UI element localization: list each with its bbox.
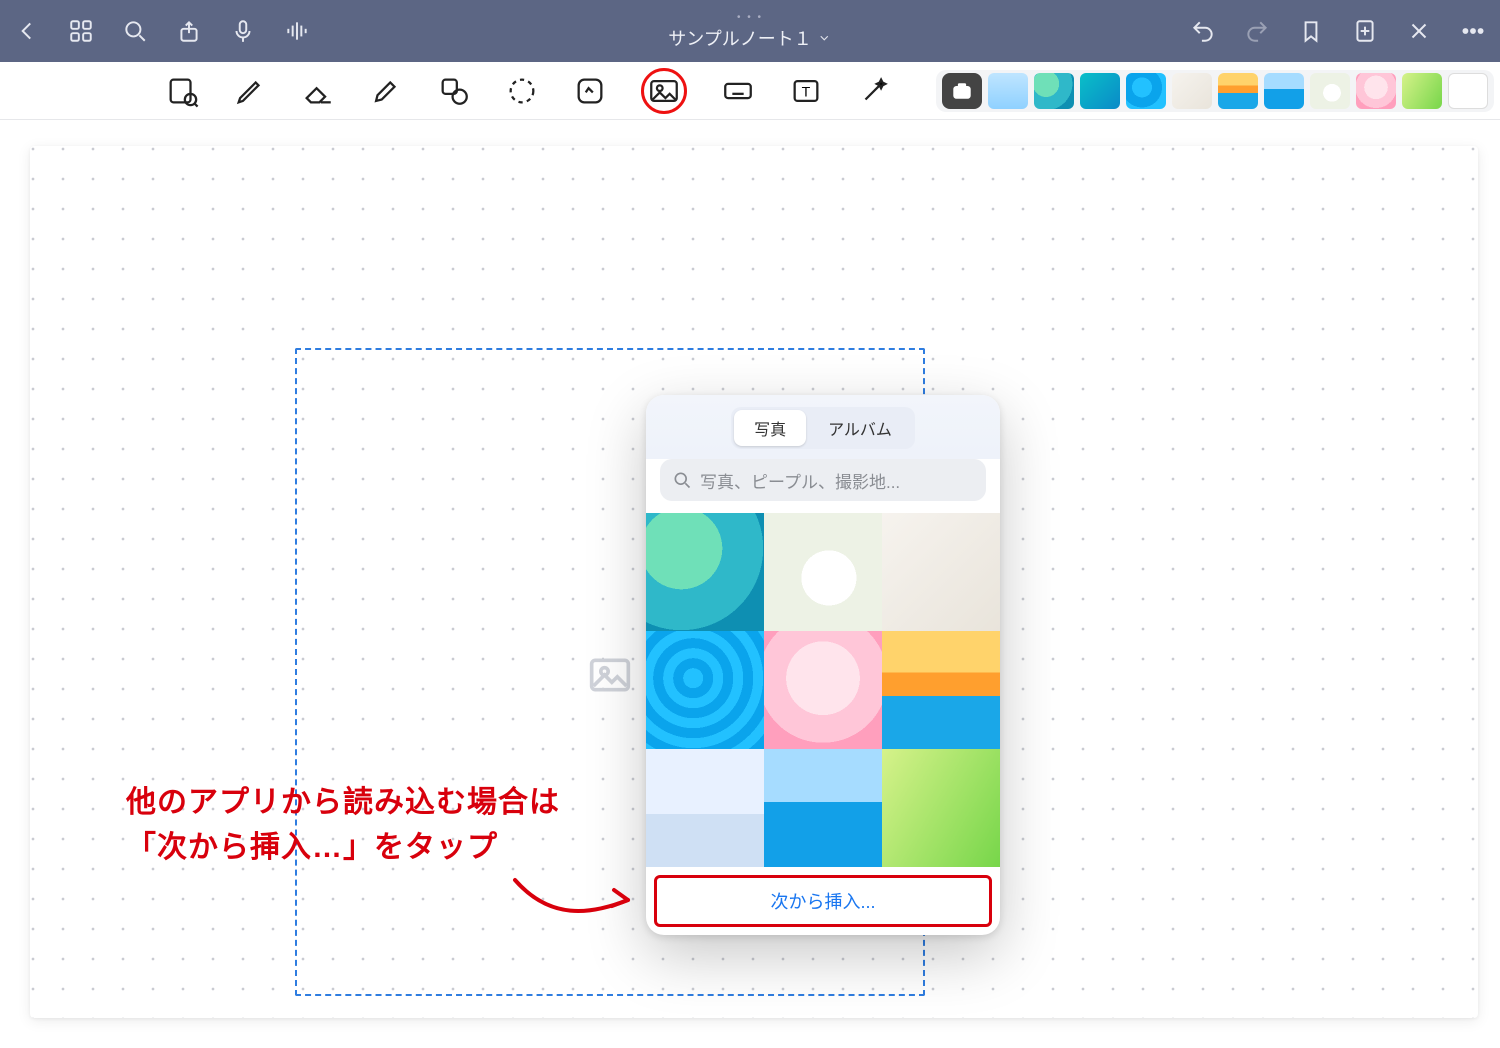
top-nav-right	[1190, 18, 1486, 44]
share-icon[interactable]	[176, 18, 202, 44]
picker-photo[interactable]	[646, 631, 764, 749]
text-tool-icon[interactable]: T	[789, 74, 823, 108]
tool-row: T	[0, 62, 1500, 120]
keyboard-icon[interactable]	[721, 74, 755, 108]
picker-segmented-control: 写真 アルバム	[646, 395, 1000, 459]
picker-photo[interactable]	[764, 749, 882, 867]
top-nav-bar: • • • サンプルノート１	[0, 0, 1500, 62]
pen-icon[interactable]	[233, 74, 267, 108]
picker-search-field[interactable]: 写真、ピープル、撮影地...	[660, 459, 986, 501]
recent-thumb[interactable]	[1448, 73, 1488, 109]
search-icon	[672, 470, 692, 490]
recent-thumb[interactable]	[1310, 73, 1350, 109]
picker-tab-albums[interactable]: アルバム	[808, 410, 912, 446]
image-tool-icon	[647, 74, 681, 108]
lasso-icon[interactable]	[505, 74, 539, 108]
recent-thumb[interactable]	[1356, 73, 1396, 109]
recent-thumb[interactable]	[1172, 73, 1212, 109]
new-page-icon[interactable]	[1352, 18, 1378, 44]
picker-photo[interactable]	[882, 513, 1000, 631]
picker-photo[interactable]	[882, 749, 1000, 867]
picker-photo[interactable]	[646, 749, 764, 867]
canvas-area: 写真 アルバム 写真、ピープル、撮影地... 次から挿入... 他のアプリから読…	[0, 120, 1500, 1048]
chevron-down-icon	[818, 31, 832, 45]
sticker-icon[interactable]	[573, 74, 607, 108]
svg-text:T: T	[802, 84, 811, 100]
waveform-icon[interactable]	[284, 18, 310, 44]
recent-thumb[interactable]	[1034, 73, 1074, 109]
eraser-icon[interactable]	[301, 74, 335, 108]
picker-photo-grid	[646, 513, 1000, 867]
picker-photo[interactable]	[764, 631, 882, 749]
picker-search-placeholder: 写真、ピープル、撮影地...	[700, 468, 900, 493]
redo-icon[interactable]	[1244, 18, 1270, 44]
mic-icon[interactable]	[230, 18, 256, 44]
recent-images-strip	[936, 70, 1494, 112]
more-icon[interactable]	[1460, 18, 1486, 44]
recent-thumb[interactable]	[1218, 73, 1258, 109]
picker-photo[interactable]	[646, 513, 764, 631]
recent-thumb[interactable]	[988, 73, 1028, 109]
close-toolbar-icon[interactable]	[1406, 18, 1432, 44]
search-icon[interactable]	[122, 18, 148, 44]
top-nav-left	[14, 18, 310, 44]
shape-tool-icon[interactable]	[437, 74, 471, 108]
highlighter-icon[interactable]	[369, 74, 403, 108]
picker-tab-photos[interactable]: 写真	[734, 410, 806, 446]
document-title[interactable]: サンプルノート１	[668, 25, 831, 51]
insert-from-button[interactable]: 次から挿入...	[654, 875, 992, 927]
picker-photo[interactable]	[882, 631, 1000, 749]
recent-thumb[interactable]	[1264, 73, 1304, 109]
image-placeholder-icon	[588, 653, 632, 691]
insert-from-label: 次から挿入...	[770, 888, 875, 914]
recent-thumb[interactable]	[1126, 73, 1166, 109]
magic-wand-icon[interactable]	[857, 74, 891, 108]
zoom-page-icon[interactable]	[165, 74, 199, 108]
top-nav-center: • • • サンプルノート１	[668, 12, 831, 51]
bookmark-icon[interactable]	[1298, 18, 1324, 44]
grid-apps-icon[interactable]	[68, 18, 94, 44]
image-tool-selected[interactable]	[641, 68, 687, 114]
annotation-text: 他のアプリから読み込む場合は 「次から挿入…」をタップ	[126, 780, 560, 870]
window-grabber[interactable]: • • •	[737, 12, 763, 23]
recent-thumb[interactable]	[1402, 73, 1442, 109]
document-title-text: サンプルノート１	[668, 25, 811, 51]
camera-button[interactable]	[942, 73, 982, 109]
back-icon[interactable]	[14, 18, 40, 44]
picker-photo[interactable]	[764, 513, 882, 631]
annotation-arrow-icon	[510, 870, 640, 930]
photo-picker-popover: 写真 アルバム 写真、ピープル、撮影地... 次から挿入...	[646, 395, 1000, 935]
recent-thumb[interactable]	[1080, 73, 1120, 109]
undo-icon[interactable]	[1190, 18, 1216, 44]
